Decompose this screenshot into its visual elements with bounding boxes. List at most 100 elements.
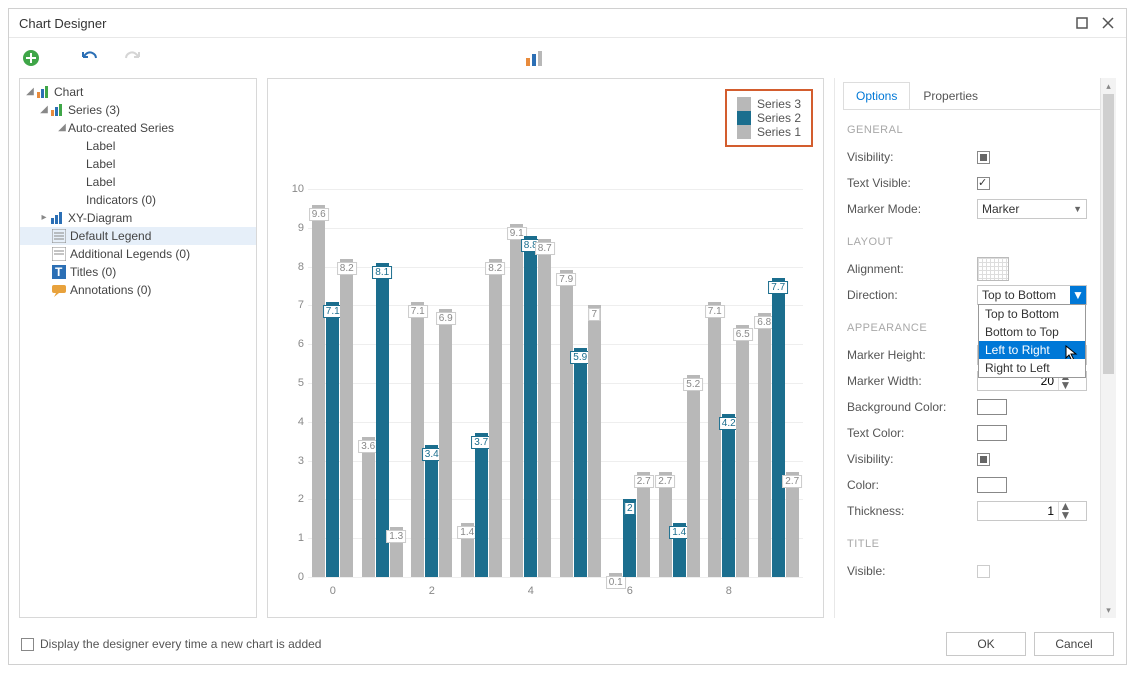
add-button[interactable] — [19, 46, 43, 70]
spin-down-icon[interactable]: ▼ — [1058, 381, 1072, 390]
bar — [340, 259, 353, 577]
section-general: GENERAL — [843, 110, 1100, 144]
scroll-down-icon[interactable]: ▾ — [1101, 602, 1116, 618]
redo-button[interactable] — [119, 46, 143, 70]
label-visibility2: Visibility: — [847, 452, 977, 466]
label-direction: Direction: — [847, 288, 977, 302]
tree-node-default-legend[interactable]: Default Legend — [20, 227, 256, 245]
scroll-up-icon[interactable]: ▴ — [1101, 78, 1116, 94]
section-title: TITLE — [843, 524, 1100, 558]
dialog-title: Chart Designer — [19, 16, 1064, 31]
direction-option-bottom-to-top[interactable]: Bottom to Top — [979, 323, 1085, 341]
checkbox-text-visible[interactable] — [977, 177, 990, 190]
bar-value-label: 2.7 — [782, 475, 802, 488]
tree-node-chart[interactable]: ◢Chart — [20, 83, 256, 101]
titlebar: Chart Designer — [9, 9, 1126, 38]
vertical-scrollbar[interactable]: ▴ ▾ — [1100, 78, 1116, 618]
bar-value-label: 8.2 — [337, 262, 357, 275]
bar-value-label: 2 — [624, 502, 636, 515]
chart-designer-dialog: Chart Designer ◢Chart ◢Series (3) ◢Auto-… — [8, 8, 1127, 665]
bar-value-label: 7 — [588, 308, 600, 321]
bar — [708, 302, 721, 577]
cancel-button[interactable]: Cancel — [1034, 632, 1114, 656]
toolbar — [9, 38, 1126, 78]
undo-button[interactable] — [79, 46, 103, 70]
bar — [736, 325, 749, 577]
legend-item: Series 1 — [737, 125, 801, 139]
bar — [439, 309, 452, 577]
bar — [411, 302, 424, 577]
bar-value-label: 8.2 — [485, 262, 505, 275]
bar — [722, 414, 735, 577]
chart-type-button[interactable] — [522, 46, 546, 70]
bar — [758, 313, 771, 577]
tree-node-label[interactable]: Label — [20, 155, 256, 173]
tree-node-indicators[interactable]: Indicators (0) — [20, 191, 256, 209]
bar-value-label: 2.7 — [634, 475, 654, 488]
select-marker-mode[interactable]: Marker▼ — [977, 199, 1087, 219]
direction-option-left-to-right[interactable]: Left to Right — [979, 341, 1085, 359]
spinner-thickness[interactable]: ▲▼ — [977, 501, 1087, 521]
label-marker-width: Marker Width: — [847, 374, 977, 388]
direction-option-top-to-bottom[interactable]: Top to Bottom — [979, 305, 1085, 323]
label-visible: Visible: — [847, 564, 977, 578]
bar — [560, 270, 573, 577]
chart-plot: 012345678910024689.67.18.23.68.11.37.13.… — [308, 189, 803, 577]
tree-node-xy-diagram[interactable]: ▸XY-Diagram — [20, 209, 256, 227]
bar-value-label: 6.5 — [733, 328, 753, 341]
checkbox-title-visible[interactable] — [977, 565, 990, 578]
dialog-footer: Display the designer every time a new ch… — [9, 624, 1126, 664]
tree-node-auto-series[interactable]: ◢Auto-created Series — [20, 119, 256, 137]
label-marker-mode: Marker Mode: — [847, 202, 977, 216]
tab-properties[interactable]: Properties — [910, 82, 991, 109]
bar-value-label: 6.9 — [436, 312, 456, 325]
ok-button[interactable]: OK — [946, 632, 1026, 656]
spin-down-icon[interactable]: ▼ — [1058, 511, 1072, 520]
tree-node-additional-legends[interactable]: Additional Legends (0) — [20, 245, 256, 263]
maximize-button[interactable] — [1074, 15, 1090, 31]
chevron-down-icon[interactable]: ▼ — [1070, 286, 1086, 304]
legend-swatch-icon — [737, 97, 751, 111]
bar-value-label: 7.1 — [408, 305, 428, 318]
legend-item: Series 2 — [737, 111, 801, 125]
close-button[interactable] — [1100, 15, 1116, 31]
bar — [687, 375, 700, 577]
color-picker-border[interactable] — [977, 477, 1007, 493]
checkbox-visibility[interactable] — [977, 151, 990, 164]
chart-legend[interactable]: Series 3 Series 2 Series 1 — [725, 89, 813, 147]
legend-swatch-icon — [737, 111, 751, 125]
legend-swatch-icon — [737, 125, 751, 139]
bar-value-label: 8.7 — [535, 242, 555, 255]
tree-node-label[interactable]: Label — [20, 137, 256, 155]
label-thickness: Thickness: — [847, 504, 977, 518]
bar — [475, 433, 488, 577]
label-marker-height: Marker Height: — [847, 348, 977, 362]
bar — [538, 239, 551, 577]
direction-dropdown: Top to Bottom Bottom to Top Left to Righ… — [978, 304, 1086, 378]
color-picker-bg[interactable] — [977, 399, 1007, 415]
color-picker-text[interactable] — [977, 425, 1007, 441]
chevron-down-icon: ▼ — [1073, 204, 1082, 214]
bar-value-label: 2.7 — [655, 475, 675, 488]
checkbox-show-designer[interactable] — [21, 638, 34, 651]
legend-item: Series 3 — [737, 97, 801, 111]
tree-node-label[interactable]: Label — [20, 173, 256, 191]
alignment-picker[interactable] — [977, 257, 1009, 281]
select-direction[interactable]: Top to Bottom ▼ Top to Bottom Bottom to … — [977, 285, 1087, 305]
label-color: Color: — [847, 478, 977, 492]
bar-value-label: 8.1 — [372, 266, 392, 279]
tree-node-annotations[interactable]: Annotations (0) — [20, 281, 256, 299]
structure-tree[interactable]: ◢Chart ◢Series (3) ◢Auto-created Series … — [19, 78, 257, 618]
tab-options[interactable]: Options — [843, 82, 910, 109]
bar — [312, 205, 325, 577]
bar-value-label: 5.2 — [683, 378, 703, 391]
label-text-color: Text Color: — [847, 426, 977, 440]
tree-node-series[interactable]: ◢Series (3) — [20, 101, 256, 119]
section-layout: LAYOUT — [843, 222, 1100, 256]
checkbox-border-visibility[interactable] — [977, 453, 990, 466]
scroll-thumb[interactable] — [1103, 94, 1114, 374]
tree-node-titles[interactable]: TTitles (0) — [20, 263, 256, 281]
properties-panel: Options Properties GENERAL Visibility: T… — [834, 78, 1116, 618]
bar — [326, 302, 339, 577]
direction-option-right-to-left[interactable]: Right to Left — [979, 359, 1085, 377]
